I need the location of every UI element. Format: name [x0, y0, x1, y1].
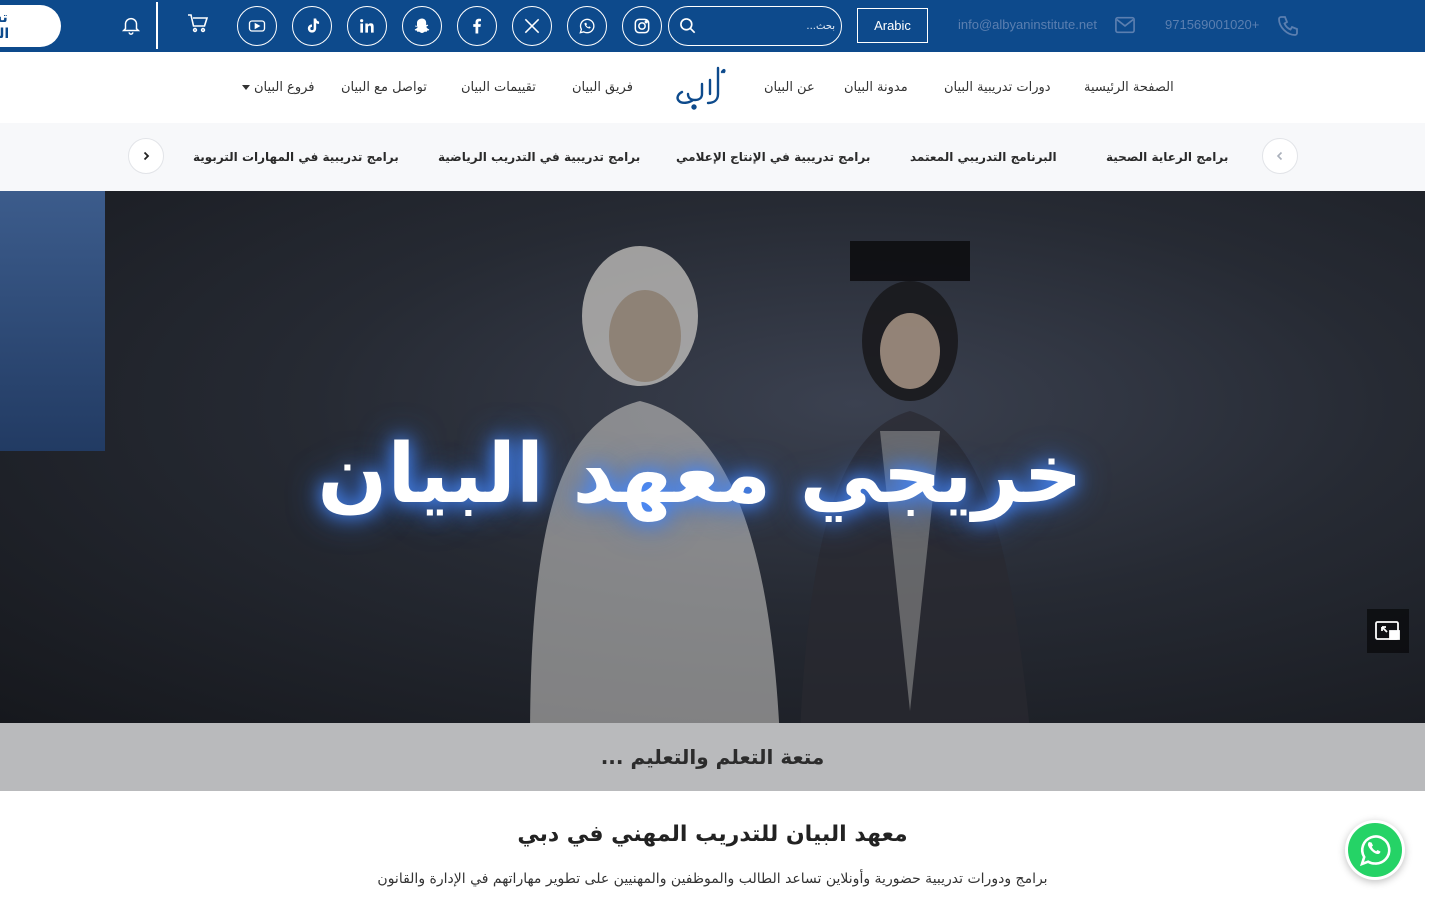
intro-text: برامج ودورات تدريبية حضورية وأونلاين تسا…	[377, 871, 1048, 887]
main-navigation: الصفحة الرئيسية دورات تدريبية البيان مدو…	[0, 52, 1425, 123]
carousel-next-button[interactable]	[128, 138, 164, 174]
whatsapp-link[interactable]	[567, 6, 607, 46]
hero-tagline: متعة التعلم والتعليم ...	[600, 745, 825, 769]
dropdown-caret-icon	[242, 85, 250, 90]
nav-item-courses[interactable]: دورات تدريبية البيان	[944, 80, 1051, 95]
phone-icon[interactable]	[1276, 14, 1300, 38]
nav-item-team[interactable]: فريق البيان	[572, 80, 633, 95]
hero-background-panel	[0, 191, 105, 451]
nav-item-branches-label: فروع البيان	[254, 80, 315, 95]
category-item[interactable]: برامج تدريبية في المهارات التربوية	[193, 150, 399, 164]
youtube-link[interactable]	[237, 6, 277, 46]
picture-in-picture-button[interactable]	[1367, 609, 1409, 653]
tiktok-icon	[307, 18, 320, 33]
language-label: Arabic	[874, 18, 911, 33]
register-button[interactable]: تسجيل الدخول	[0, 5, 61, 47]
facebook-link[interactable]	[457, 6, 497, 46]
category-item[interactable]: البرنامج التدريبي المعتمد	[910, 150, 1057, 164]
mail-icon[interactable]	[1114, 15, 1136, 35]
search-icon[interactable]	[678, 16, 698, 36]
cart-icon[interactable]	[186, 11, 210, 35]
carousel-prev-button[interactable]	[1262, 138, 1298, 174]
topbar-divider	[156, 2, 158, 49]
nav-item-home[interactable]: الصفحة الرئيسية	[1084, 80, 1174, 95]
nav-item-reviews[interactable]: تقييمات البيان	[461, 80, 536, 95]
x-link[interactable]	[512, 6, 552, 46]
phone-link[interactable]: 971569001020+	[1165, 17, 1259, 32]
category-item[interactable]: برامج تدريبية في التدريب الرياضية	[438, 150, 640, 164]
snapchat-link[interactable]	[402, 6, 442, 46]
intro-title: معهد البيان للتدريب المهني في دبي	[517, 822, 908, 847]
chevron-right-icon	[143, 151, 150, 161]
category-item[interactable]: برامج الرعاية الصحية	[1106, 150, 1228, 164]
nav-item-contact[interactable]: تواصل مع البيان	[341, 80, 427, 95]
search-input[interactable]	[705, 15, 835, 37]
category-carousel: برامج الرعاية الصحية البرنامج التدريبي ا…	[0, 123, 1425, 191]
register-button-label: تسجيل الدخول	[0, 10, 10, 42]
bell-icon[interactable]	[120, 14, 142, 36]
search-box[interactable]	[668, 6, 842, 46]
linkedin-icon	[360, 19, 374, 33]
site-logo[interactable]	[672, 62, 728, 114]
tiktok-link[interactable]	[292, 6, 332, 46]
youtube-icon	[248, 20, 266, 32]
nav-item-blog[interactable]: مدونة البيان	[844, 80, 908, 95]
whatsapp-chat-button[interactable]	[1345, 820, 1405, 880]
linkedin-link[interactable]	[347, 6, 387, 46]
chevron-left-icon	[1276, 151, 1283, 161]
whatsapp-icon	[1348, 823, 1402, 877]
nav-item-about[interactable]: عن البيان	[764, 80, 815, 95]
hero-title: خريجي معهد البيان	[317, 427, 1083, 522]
top-bar: تسجيل الدخول Arabic info@albyaninstitute…	[0, 0, 1425, 52]
email-link[interactable]: info@albyaninstitute.net	[958, 17, 1097, 32]
snapchat-icon	[414, 18, 430, 33]
nav-item-branches[interactable]: فروع البيان	[242, 80, 314, 95]
instagram-icon	[634, 18, 650, 34]
category-item[interactable]: برامج تدريبية في الإنتاج الإعلامي	[676, 150, 870, 164]
language-button[interactable]: Arabic	[857, 8, 928, 43]
facebook-icon	[473, 18, 481, 34]
hero-video[interactable]: خريجي معهد البيان	[0, 191, 1425, 723]
whatsapp-icon	[579, 18, 595, 34]
instagram-link[interactable]	[622, 6, 662, 46]
x-icon	[524, 18, 540, 34]
tagline-bar: متعة التعلم والتعليم ...	[0, 723, 1425, 791]
picture-in-picture-icon	[1375, 621, 1400, 640]
